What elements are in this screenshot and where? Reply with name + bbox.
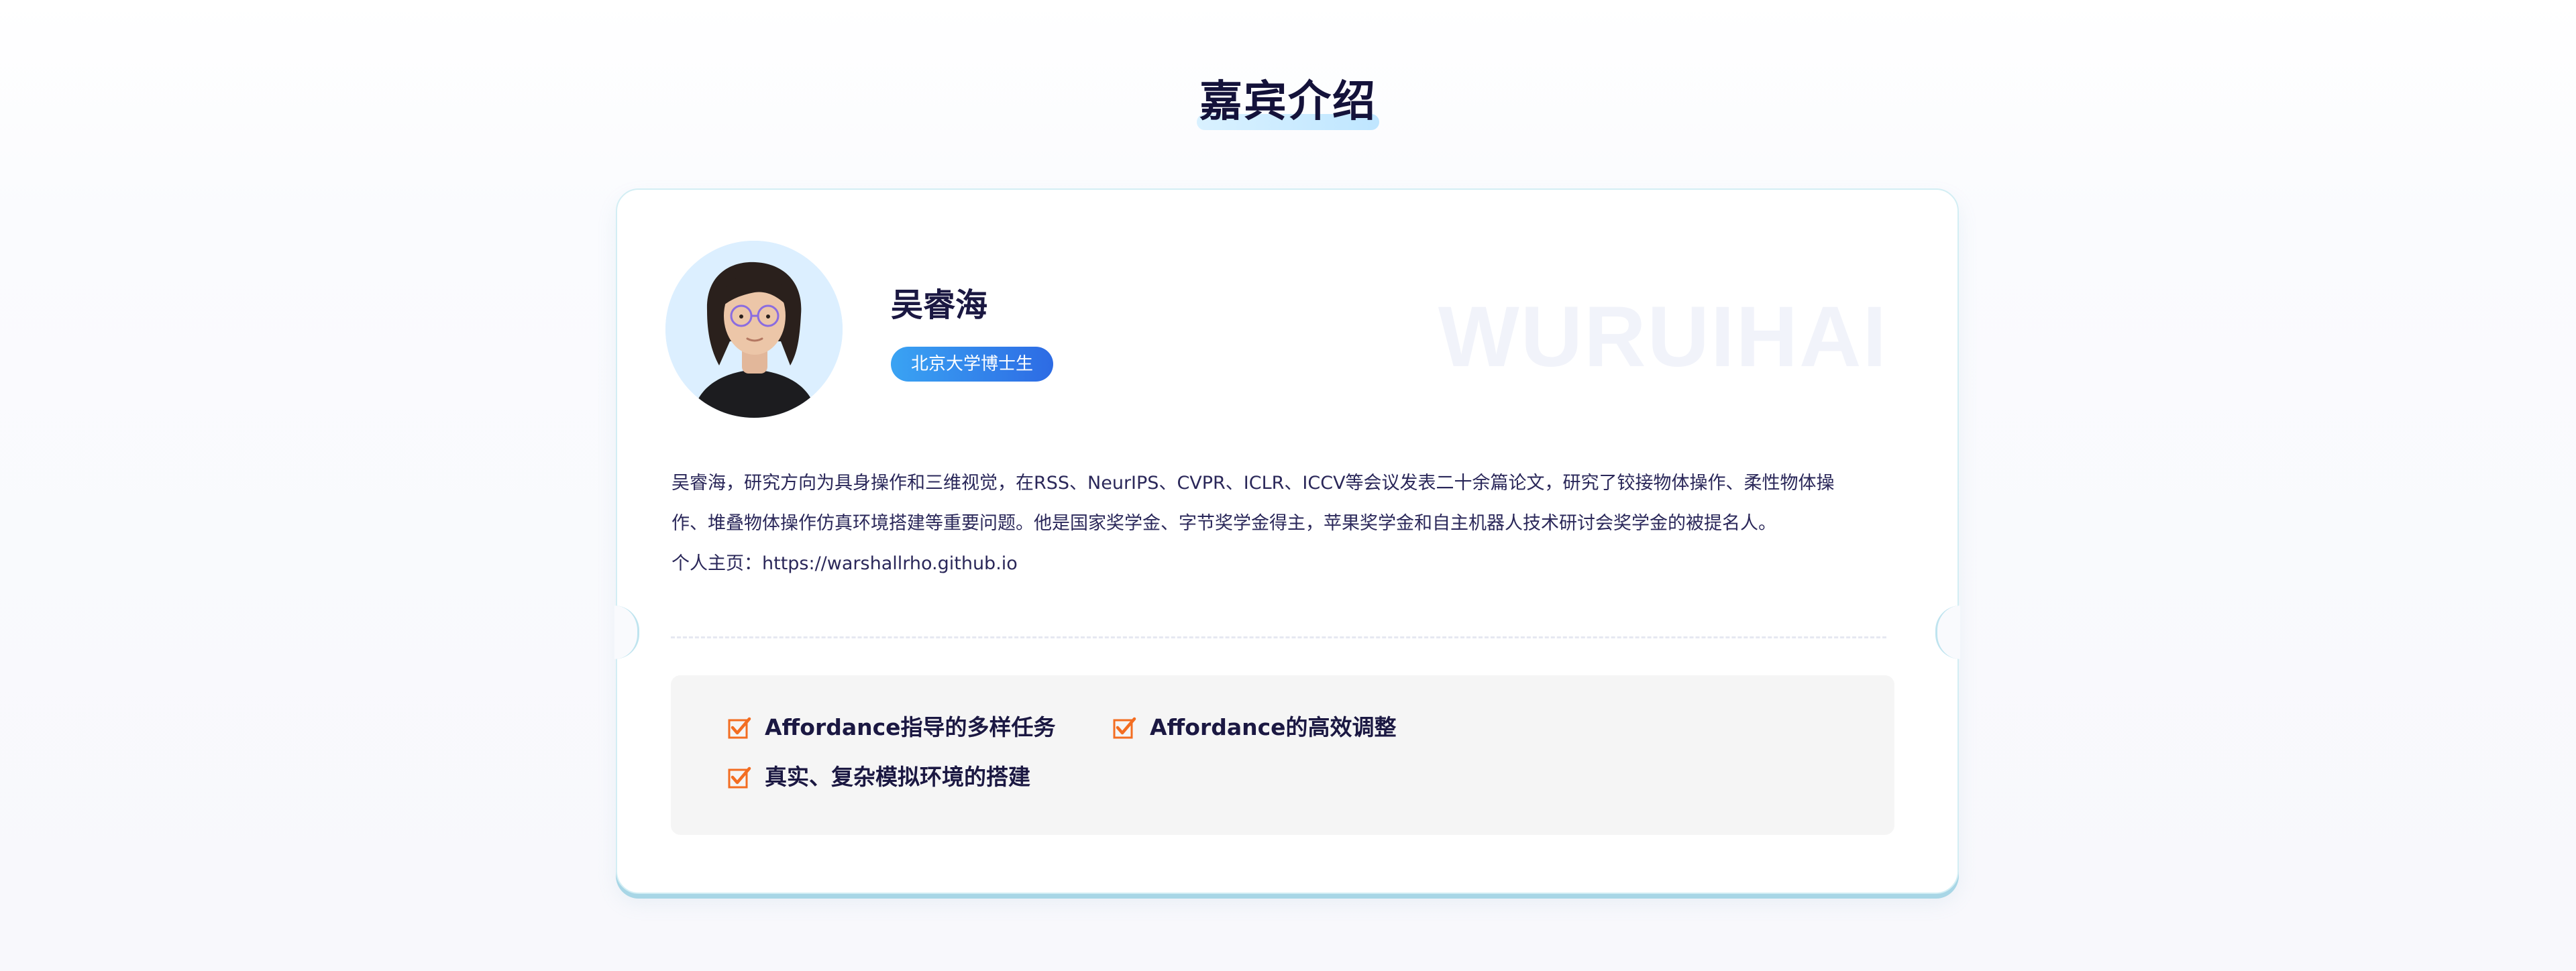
section-title-text: 嘉宾介绍 — [1199, 77, 1377, 127]
section-header: 嘉宾介绍 — [0, 72, 2576, 131]
avatar-portrait-icon — [665, 241, 843, 418]
name-watermark: WURUIHAI — [1438, 289, 1888, 385]
speaker-bio: 吴睿海，研究方向为具身操作和三维视觉，在RSS、NeurIPS、CVPR、ICL… — [672, 463, 1906, 584]
topics-panel: Affordance指导的多样任务 Affordance的高效调整 真实、复杂模… — [671, 675, 1894, 835]
speaker-name: 吴睿海 — [891, 286, 988, 324]
homepage-link[interactable]: 个人主页：https://warshallrho.github.io — [672, 544, 1906, 584]
topic-label: 真实、复杂模拟环境的搭建 — [765, 764, 1030, 790]
topic-label: Affordance指导的多样任务 — [765, 714, 1056, 740]
bio-line: 吴睿海，研究方向为具身操作和三维视觉，在RSS、NeurIPS、CVPR、ICL… — [672, 473, 1835, 494]
section-title: 嘉宾介绍 — [1197, 72, 1379, 131]
checkbox-checked-icon — [727, 765, 751, 789]
card-notch-left — [614, 606, 639, 659]
topic-item: Affordance的高效调整 — [1112, 713, 1397, 742]
checkbox-checked-icon — [1112, 716, 1136, 740]
topic-item: Affordance指导的多样任务 — [727, 713, 1056, 742]
speaker-card: WURUIHAI 吴睿海 北京大学博士生 吴睿海，研究方向为具身操作和三维视觉，… — [614, 188, 1960, 894]
bio-line: 作、堆叠物体操作仿真环境搭建等重要问题。他是国家奖学金、字节奖学金得主，苹果奖学… — [672, 513, 1776, 534]
avatar — [665, 241, 843, 418]
card-notch-right — [1935, 606, 1960, 659]
topic-label: Affordance的高效调整 — [1150, 714, 1397, 740]
dashed-divider — [671, 636, 1886, 638]
speaker-title-badge: 北京大学博士生 — [891, 347, 1054, 382]
topic-item: 真实、复杂模拟环境的搭建 — [727, 762, 1030, 792]
checkbox-checked-icon — [727, 716, 751, 740]
